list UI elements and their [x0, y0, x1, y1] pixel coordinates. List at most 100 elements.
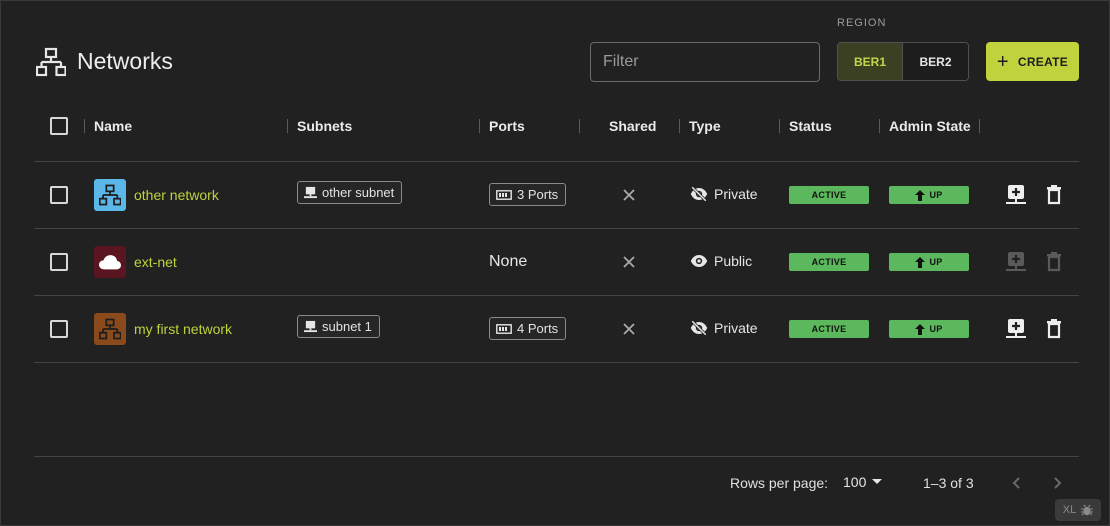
column-header-name[interactable]: Name: [94, 118, 132, 134]
type-cell: Public: [690, 253, 752, 269]
network-avatar: [94, 313, 126, 345]
bug-icon: [1081, 504, 1094, 516]
status-badge-label: ACTIVE: [811, 324, 847, 334]
row-checkbox[interactable]: [50, 320, 68, 338]
status-badge: ACTIVE: [789, 320, 869, 338]
rows-per-page-label: Rows per page:: [730, 475, 829, 491]
admin-state-badge: UP: [889, 320, 969, 338]
column-divider: [679, 119, 680, 133]
network-tree-icon: [99, 184, 121, 206]
create-button[interactable]: + CREATE: [986, 42, 1079, 81]
region-label: REGION: [837, 17, 887, 29]
ports-chip[interactable]: 4 Ports: [489, 317, 567, 340]
network-avatar: [94, 246, 126, 278]
row-checkbox[interactable]: [50, 186, 68, 204]
arrow-up-icon: [915, 189, 926, 201]
page: Networks REGION BER1 BER2 + CREATE Name …: [0, 0, 1110, 526]
network-tree-icon: [36, 47, 66, 77]
subnet-chip-label: subnet 1: [322, 319, 372, 334]
column-divider: [479, 119, 480, 133]
chevron-right-icon[interactable]: [1049, 475, 1065, 491]
column-header-shared[interactable]: Shared: [609, 118, 656, 134]
column-divider: [779, 119, 780, 133]
column-header-subnets[interactable]: Subnets: [297, 118, 352, 134]
column-divider: [979, 119, 980, 133]
type-label: Private: [714, 320, 758, 336]
table-row: ext-net None Public ACTIVE UP: [1, 229, 1110, 295]
delete-icon[interactable]: [1044, 319, 1064, 339]
cloud-icon: [99, 255, 121, 270]
subnet-chip[interactable]: other subnet: [297, 181, 403, 204]
admin-state-label: UP: [929, 257, 943, 267]
network-name-link[interactable]: my first network: [134, 321, 232, 337]
select-all-checkbox[interactable]: [50, 117, 68, 135]
eye-off-icon: [690, 320, 708, 336]
ports-chip-label: 4 Ports: [517, 321, 559, 336]
column-header-ports[interactable]: Ports: [489, 118, 525, 134]
breakpoint-badge: XL: [1055, 499, 1101, 521]
close-icon: [623, 189, 635, 201]
ethernet-port-icon: [496, 323, 512, 334]
close-icon: [623, 323, 635, 335]
add-subnet-icon[interactable]: [1006, 185, 1026, 205]
type-label: Private: [714, 186, 758, 202]
column-divider: [287, 119, 288, 133]
add-subnet-icon[interactable]: [1006, 319, 1026, 339]
status-badge: ACTIVE: [789, 253, 869, 271]
region-button-ber1[interactable]: BER1: [838, 43, 903, 80]
table-row: my first network subnet 1 4 Ports Privat…: [1, 296, 1110, 362]
column-divider: [879, 119, 880, 133]
admin-state-badge: UP: [889, 253, 969, 271]
admin-state-label: UP: [929, 190, 943, 200]
admin-state-label: UP: [929, 324, 943, 334]
pagination-range: 1–3 of 3: [923, 475, 974, 491]
delete-icon[interactable]: [1044, 252, 1064, 272]
ports-none-text: None: [489, 253, 528, 270]
column-header-type[interactable]: Type: [689, 118, 721, 134]
close-icon: [623, 256, 635, 268]
network-tree-icon: [99, 318, 121, 340]
row-checkbox[interactable]: [50, 253, 68, 271]
subnet-icon: [304, 320, 317, 333]
add-subnet-icon[interactable]: [1006, 252, 1026, 272]
row-divider: [34, 362, 1079, 363]
region-toggle-group: BER1 BER2: [837, 42, 969, 81]
breakpoint-label: XL: [1062, 504, 1077, 516]
admin-state-badge: UP: [889, 186, 969, 204]
type-label: Public: [714, 253, 753, 269]
column-divider: [84, 119, 85, 133]
network-avatar: [94, 179, 126, 211]
rows-per-page-value: 100: [843, 474, 867, 490]
delete-icon[interactable]: [1044, 185, 1064, 205]
status-badge-label: ACTIVE: [811, 190, 847, 200]
status-badge: ACTIVE: [789, 186, 869, 204]
eye-icon: [690, 255, 708, 267]
eye-off-icon: [690, 186, 708, 202]
create-button-label: CREATE: [1017, 54, 1069, 69]
caret-down-icon: [872, 479, 883, 484]
plus-icon: +: [996, 50, 1009, 73]
arrow-up-icon: [915, 323, 926, 335]
column-header-status[interactable]: Status: [789, 118, 832, 134]
footer-divider: [34, 456, 1079, 457]
page-title: Networks: [77, 48, 173, 74]
ports-chip[interactable]: 3 Ports: [489, 183, 567, 206]
status-badge-label: ACTIVE: [811, 257, 847, 267]
table-row: other network other subnet 3 Ports Priva…: [1, 162, 1110, 228]
ethernet-port-icon: [496, 189, 512, 200]
subnet-chip-label: other subnet: [322, 185, 395, 200]
rows-per-page-select[interactable]: 100: [843, 474, 883, 490]
arrow-up-icon: [915, 256, 926, 268]
subnet-icon: [304, 186, 317, 199]
column-divider: [579, 119, 580, 133]
region-button-ber2[interactable]: BER2: [903, 43, 968, 80]
subnet-chip[interactable]: subnet 1: [297, 315, 380, 338]
ports-chip-label: 3 Ports: [517, 187, 559, 202]
network-name-link[interactable]: ext-net: [134, 254, 177, 270]
column-header-admin-state[interactable]: Admin State: [889, 118, 971, 134]
type-cell: Private: [690, 186, 758, 202]
chevron-left-icon[interactable]: [1009, 475, 1025, 491]
network-name-link[interactable]: other network: [134, 187, 219, 203]
type-cell: Private: [690, 320, 758, 336]
filter-input[interactable]: [590, 42, 820, 82]
